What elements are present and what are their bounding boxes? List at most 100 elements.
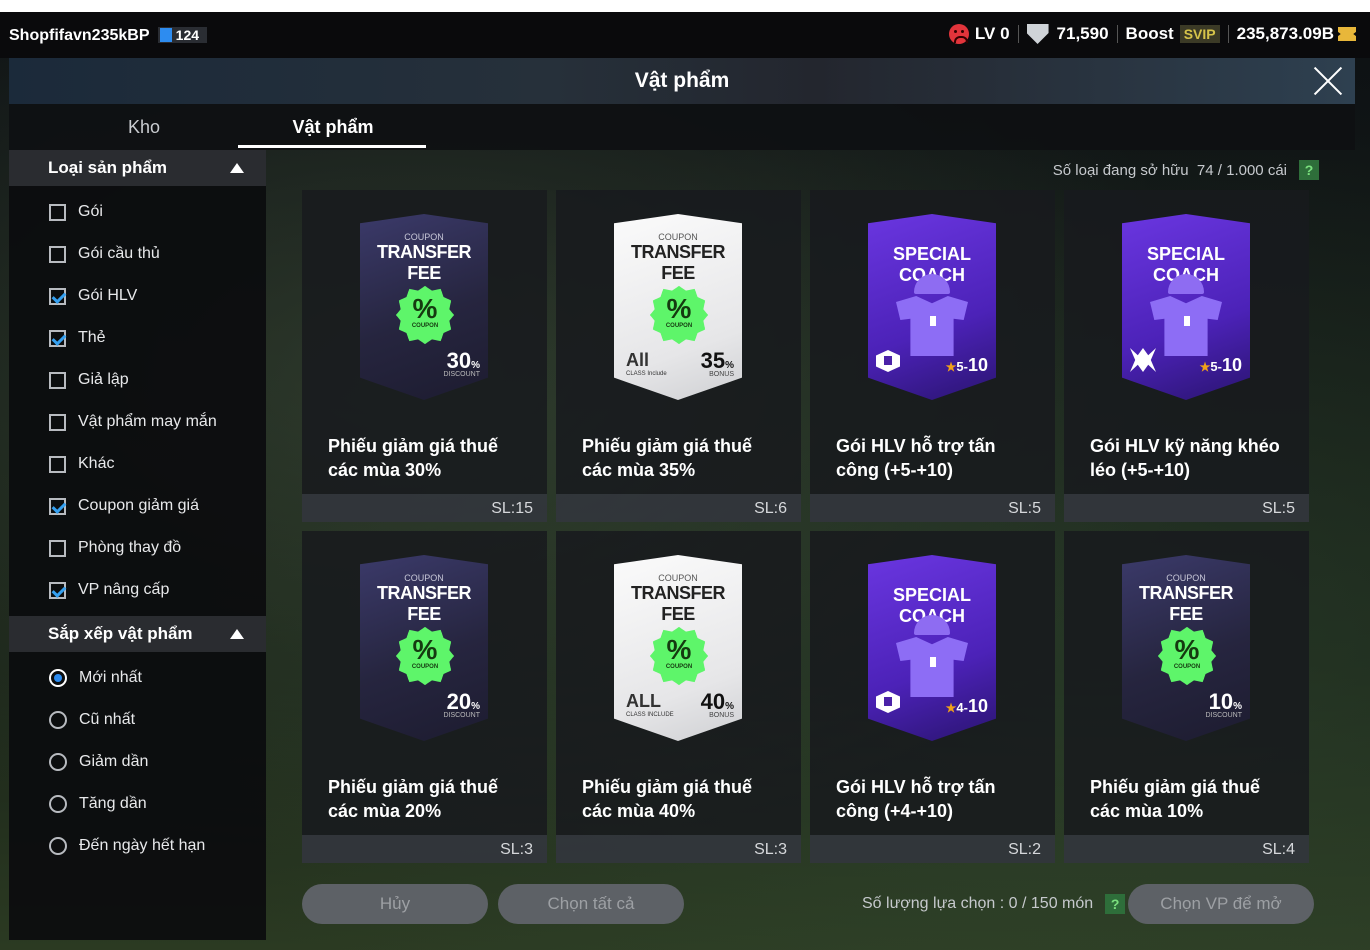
divider (1017, 25, 1019, 43)
filter-option-label: Giả lập (78, 371, 129, 388)
username: Shopfifavn235kBP (9, 27, 150, 44)
filter-option-label: Gói HLV (78, 287, 138, 304)
sort-option[interactable]: Đến ngày hết hạn (49, 834, 205, 858)
checkbox-icon[interactable] (49, 371, 66, 389)
sort-option[interactable]: Cũ nhất (49, 708, 135, 732)
close-icon[interactable] (1311, 64, 1345, 98)
item-card[interactable]: COUPON TRANSFER FEE% COUPON 20% DISCOUNT Phiế… (302, 531, 547, 863)
item-artwork: COUPON TRANSFER FEE% COUPON 20% DISCOUNT (360, 555, 488, 741)
item-card[interactable]: COUPON TRANSFER FEE% COUPON 35% BONUS All CLAS… (556, 190, 801, 522)
item-card[interactable]: SPECIAL COACH★5-10 Gói HLV hỗ trợ tấn côn… (810, 190, 1055, 522)
sort-option[interactable]: Giảm dần (49, 750, 148, 774)
checkbox-icon[interactable] (49, 245, 66, 263)
tab-vat-pham[interactable]: Vật phẩm (238, 104, 428, 150)
coupon-sub: DISCOUNT (1205, 712, 1242, 719)
sort-option-label: Tăng dần (79, 795, 147, 812)
radio-icon[interactable] (49, 753, 67, 771)
owned-label: Số loại đang sở hữu (1052, 161, 1189, 179)
window-title: Vật phẩm (634, 69, 730, 92)
filter-option-label: Coupon giảm giá (78, 497, 199, 514)
tab-kho[interactable]: Kho (49, 104, 239, 150)
item-card[interactable]: COUPON TRANSFER FEE% COUPON 40% BONUS ALL CLAS… (556, 531, 801, 863)
class-all-sub: CLASS Include (626, 371, 667, 377)
item-artwork: COUPON TRANSFER FEE% COUPON 30% DISCOUNT (360, 214, 488, 400)
product-type-header[interactable]: Loại sản phẩm (9, 150, 266, 186)
filter-option[interactable]: Vật phẩm may mắn (49, 410, 217, 434)
item-card[interactable]: COUPON TRANSFER FEE% COUPON 10% DISCOUNT Phiế… (1064, 531, 1309, 863)
item-artwork: COUPON TRANSFER FEE% COUPON 10% DISCOUNT (1122, 555, 1250, 741)
coupon-title: TRANSFER FEE (1139, 583, 1234, 624)
sort-option[interactable]: Tăng dần (49, 792, 147, 816)
checkbox-icon[interactable] (49, 455, 66, 473)
cap-icon (914, 274, 950, 294)
sort-option[interactable]: Mới nhất (49, 666, 142, 690)
open-selected-button[interactable]: Chọn VP để mở (1128, 884, 1314, 924)
coupon-unit: % (1233, 701, 1242, 712)
filter-option[interactable]: Khác (49, 452, 114, 476)
item-name: Phiếu giảm giá thuế các mùa 10% (1090, 777, 1261, 821)
filter-option[interactable]: Coupon giảm giá (49, 494, 199, 518)
sort-option-label: Cũ nhất (79, 711, 136, 728)
filter-option[interactable]: Thẻ (49, 326, 106, 350)
coach-level: ★4-10 (946, 696, 988, 717)
checkbox-icon[interactable] (49, 413, 66, 431)
star-icon: ★ (945, 701, 957, 715)
item-name: Phiếu giảm giá thuế các mùa 35% (582, 436, 753, 480)
boost-label: Boost (1125, 24, 1174, 43)
coupon-label: COUPON (404, 232, 444, 242)
coach-shirt-icon (896, 615, 968, 697)
checkbox-icon[interactable] (49, 539, 66, 557)
level-high: 10 (967, 696, 988, 716)
coupon-number: 40 (700, 689, 726, 714)
radio-selected-icon[interactable] (49, 669, 67, 687)
filter-option-label: Vật phẩm may mắn (78, 413, 217, 430)
ticket-icon[interactable] (1338, 27, 1356, 41)
coupon-unit: % (725, 360, 734, 371)
user-info[interactable]: Shopfifavn235kBP 124 (9, 27, 208, 45)
coupon-title: TRANSFER FEE (631, 583, 726, 624)
item-card[interactable]: COUPON TRANSFER FEE% COUPON 30% DISCOUNT Phiế… (302, 190, 547, 522)
item-card[interactable]: SPECIAL COACH★5-10 Gói HLV kỹ năng khéo l… (1064, 190, 1309, 522)
filter-option[interactable]: Gói HLV (49, 284, 137, 308)
coupon-value: 40% BONUS (701, 689, 734, 719)
radio-icon[interactable] (49, 711, 67, 729)
coupon-value: 20% DISCOUNT (443, 689, 480, 719)
badge-sub: COUPON (1173, 664, 1201, 670)
owned-count: Số loại đang sở hữu 74 / 1.000 cái ? (1053, 160, 1319, 180)
item-card[interactable]: SPECIAL COACH★4-10 Gói HLV hỗ trợ tấn côn… (810, 531, 1055, 863)
filter-option[interactable]: Phòng thay đồ (49, 536, 181, 560)
item-artwork: COUPON TRANSFER FEE% COUPON 35% BONUS All CLAS… (614, 214, 742, 400)
shirt-body (896, 296, 968, 356)
checkbox-checked-icon[interactable] (49, 287, 66, 305)
star-icon: ★ (1199, 360, 1211, 374)
svip-badge: SVIP (1179, 25, 1220, 43)
checkbox-icon[interactable] (49, 203, 66, 221)
help-icon[interactable]: ? (1105, 894, 1126, 914)
class-all-label: ALL (626, 691, 661, 711)
coach-shirt-icon (1150, 274, 1222, 356)
filter-option[interactable]: Gói (49, 200, 103, 224)
radio-icon[interactable] (49, 837, 67, 855)
help-icon[interactable]: ? (1299, 160, 1319, 180)
coupon-label: COUPON (658, 573, 698, 583)
radio-icon[interactable] (49, 795, 67, 813)
coupon-unit: % (471, 360, 480, 371)
class-all: All CLASS Include (626, 350, 667, 378)
checkbox-checked-icon[interactable] (49, 581, 66, 599)
filter-option[interactable]: Gói cầu thủ (49, 242, 160, 266)
sort-header[interactable]: Sắp xếp vật phẩm (9, 616, 266, 652)
checkbox-checked-icon[interactable] (49, 329, 66, 347)
level-high: 10 (967, 355, 988, 375)
select-all-button[interactable]: Chọn tất cả (498, 884, 684, 924)
coupon-title: TRANSFER FEE (377, 242, 472, 283)
coach-level: ★5-10 (1200, 355, 1242, 376)
filter-option[interactable]: Giả lập (49, 368, 129, 392)
filter-option[interactable]: VP nâng cấp (49, 578, 169, 602)
filter-sidebar: Loại sản phẩm Gói Gói cầu thủ Gói HLV Thẻ Gi… (9, 150, 266, 940)
cancel-button[interactable]: Hủy (302, 884, 488, 924)
level-low: 5- (956, 359, 968, 374)
item-quantity: SL:4 (1262, 841, 1295, 858)
shirt-body (896, 637, 968, 697)
checkbox-checked-icon[interactable] (49, 497, 66, 515)
level-low: 5- (1210, 359, 1222, 374)
